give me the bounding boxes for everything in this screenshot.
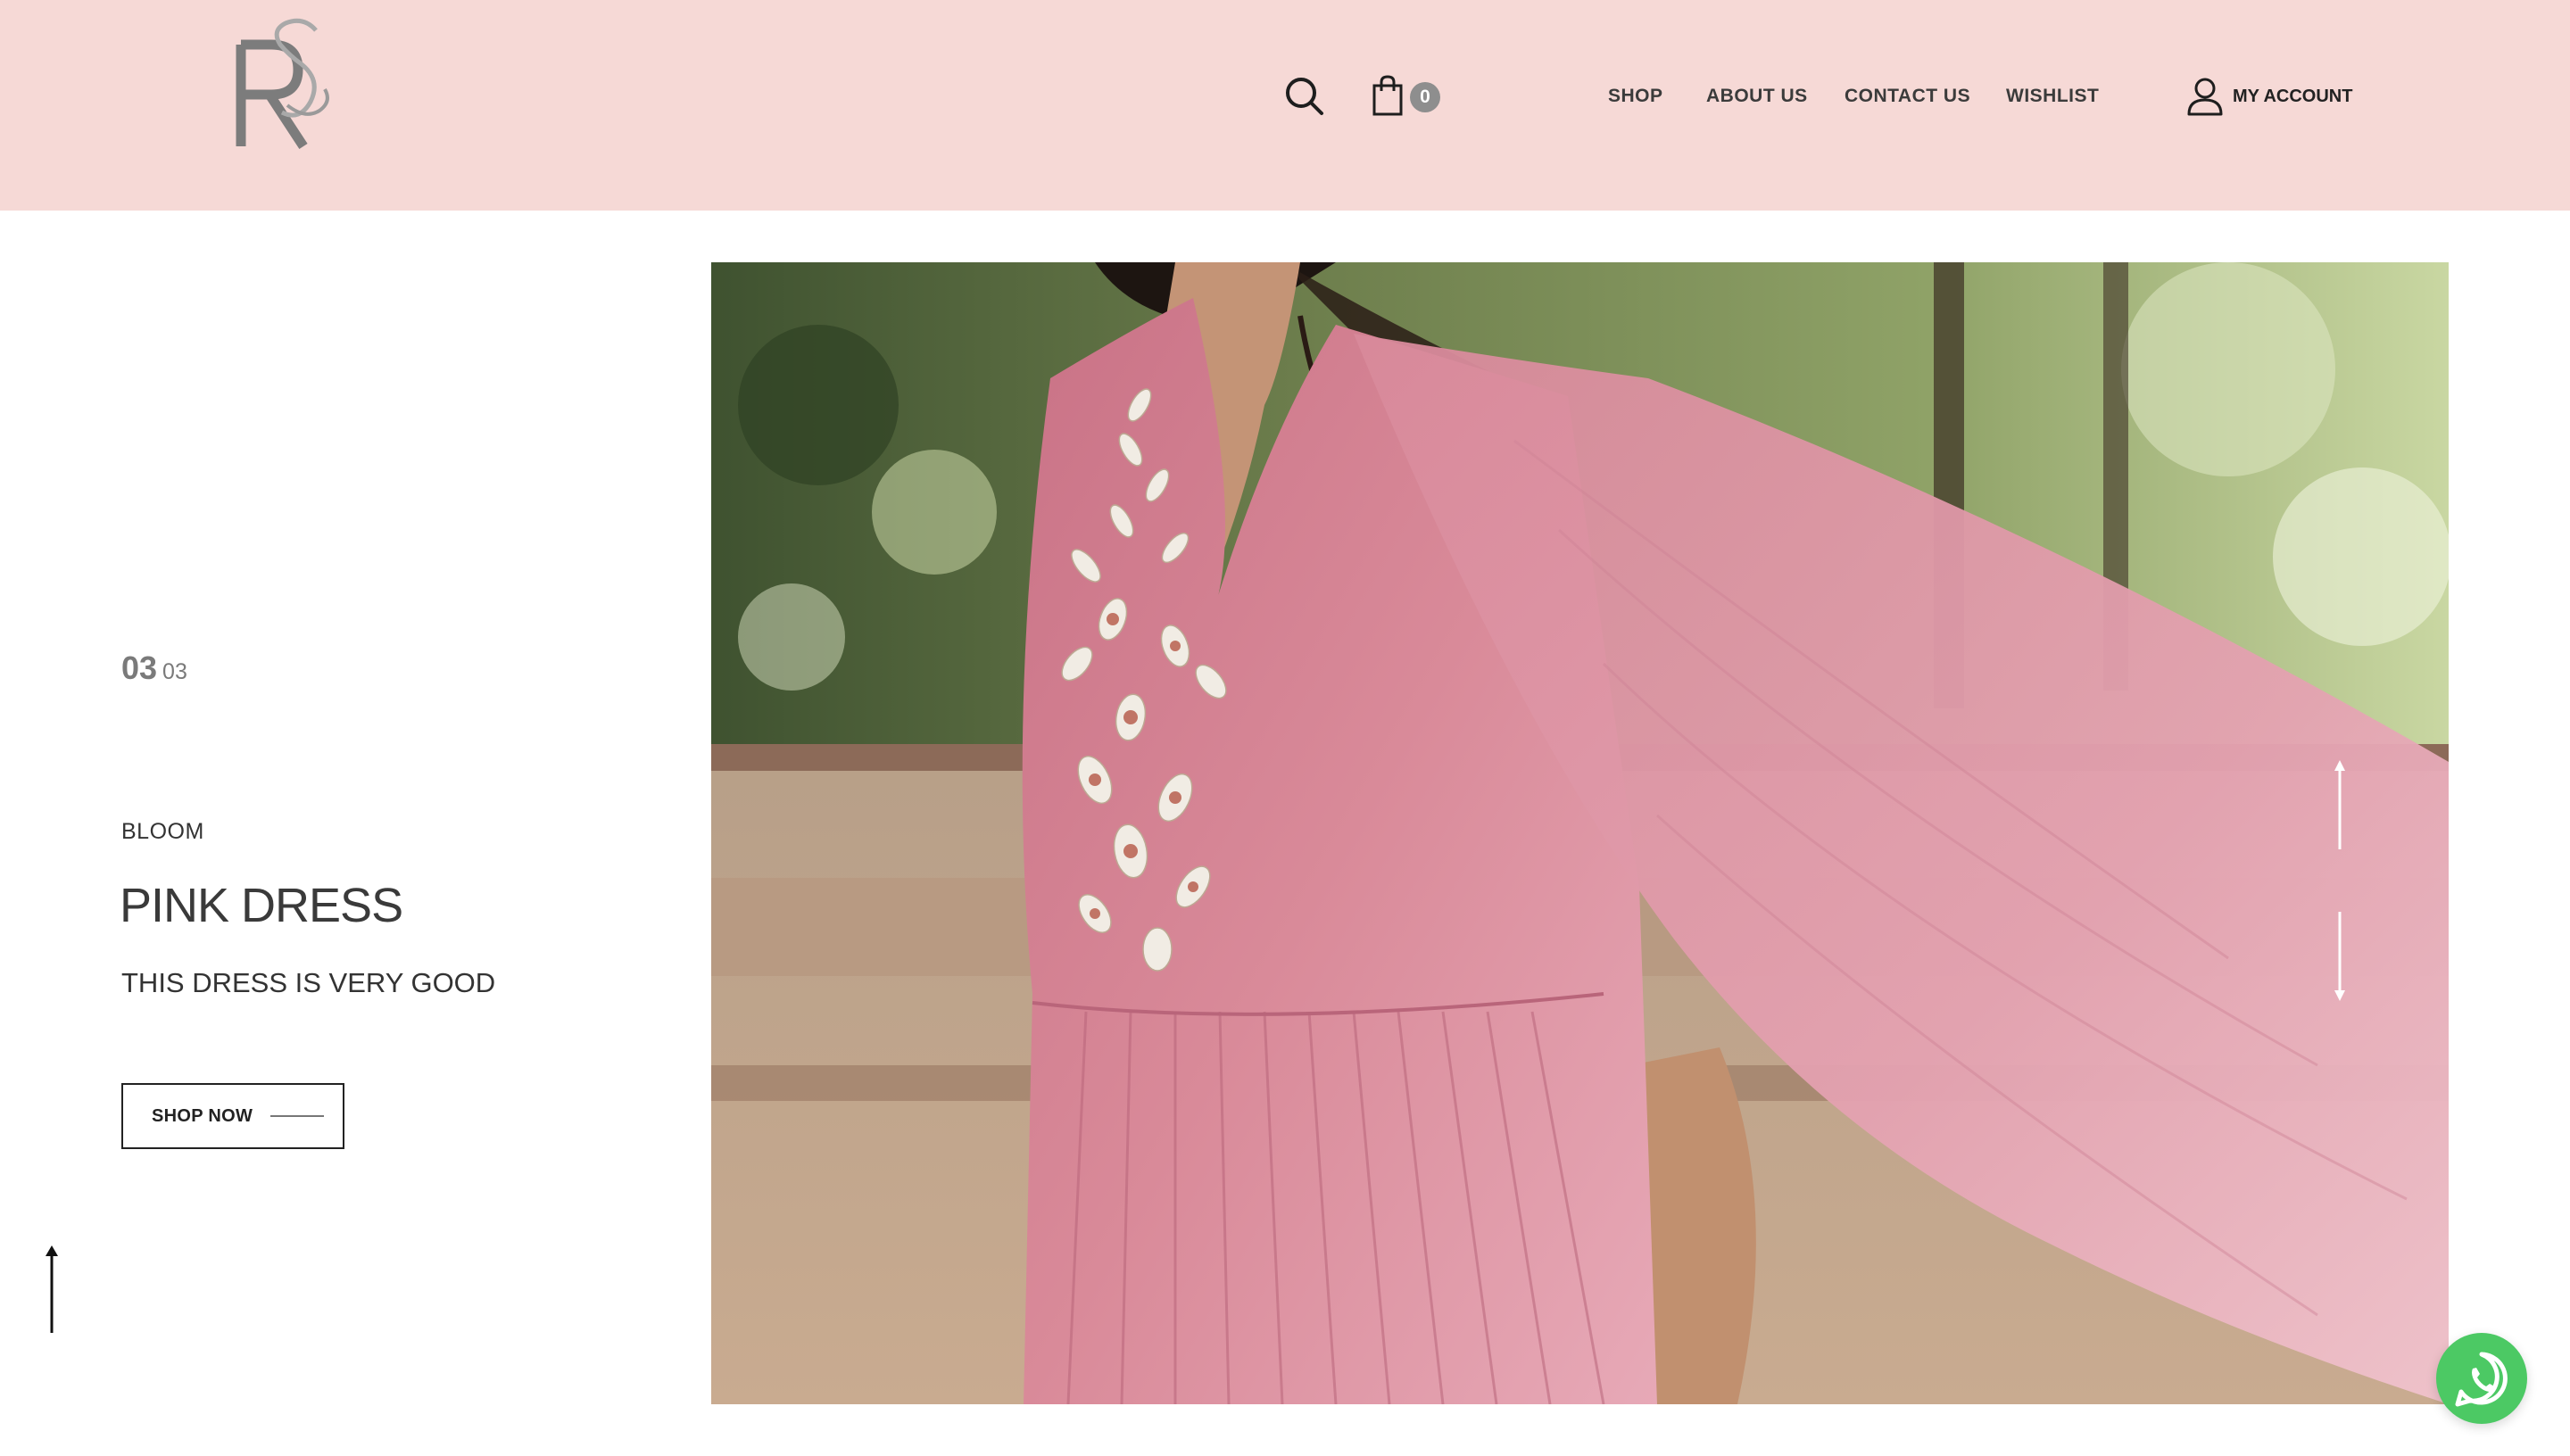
slider-prev-button[interactable]: [2329, 758, 2350, 851]
cart-count-badge: 0: [1410, 82, 1440, 112]
shop-now-label: SHOP NOW: [152, 1105, 253, 1126]
my-account-label: MY ACCOUNT: [2233, 86, 2353, 106]
search-icon: [1286, 78, 1323, 115]
collection-label: BLOOM: [121, 819, 204, 844]
slide-current: 03: [121, 649, 158, 686]
hero-image: [711, 262, 2449, 1404]
whatsapp-icon: [2455, 1352, 2508, 1407]
arrow-up-icon: [2334, 760, 2345, 849]
my-account-link[interactable]: MY ACCOUNT: [2186, 75, 2352, 118]
product-description: THIS DRESS IS VERY GOOD: [121, 967, 496, 998]
whatsapp-chat-button[interactable]: [2436, 1333, 2527, 1424]
arrow-down-icon: [2334, 912, 2345, 1001]
nav-wishlist[interactable]: WISHLIST: [2006, 86, 2099, 107]
logo-monogram: [236, 18, 329, 150]
shop-now-button[interactable]: SHOP NOW: [121, 1083, 344, 1149]
site-header: 0 SHOP ABOUT US CONTACT US WISHLIST MY A…: [0, 0, 2570, 211]
scroll-to-top-button[interactable]: [41, 1245, 62, 1335]
nav-contact-us[interactable]: CONTACT US: [1845, 86, 1970, 107]
nav-about-us[interactable]: ABOUT US: [1706, 86, 1808, 107]
cart-button[interactable]: 0: [1371, 75, 1442, 118]
brand-logo[interactable]: [234, 12, 332, 155]
dress-photo: [711, 262, 2449, 1404]
slide-total: 03: [162, 659, 187, 684]
slide-counter: 03 03: [121, 649, 187, 687]
shop-now-line: [270, 1115, 325, 1117]
user-icon: [2187, 78, 2223, 116]
slider-next-button[interactable]: [2329, 910, 2350, 1003]
shopping-bag-icon: [1372, 75, 1403, 116]
product-title: PINK DRESS: [120, 879, 403, 932]
search-button[interactable]: [1283, 75, 1326, 118]
arrow-up-icon: [46, 1245, 58, 1333]
nav-shop[interactable]: SHOP: [1608, 86, 1663, 107]
